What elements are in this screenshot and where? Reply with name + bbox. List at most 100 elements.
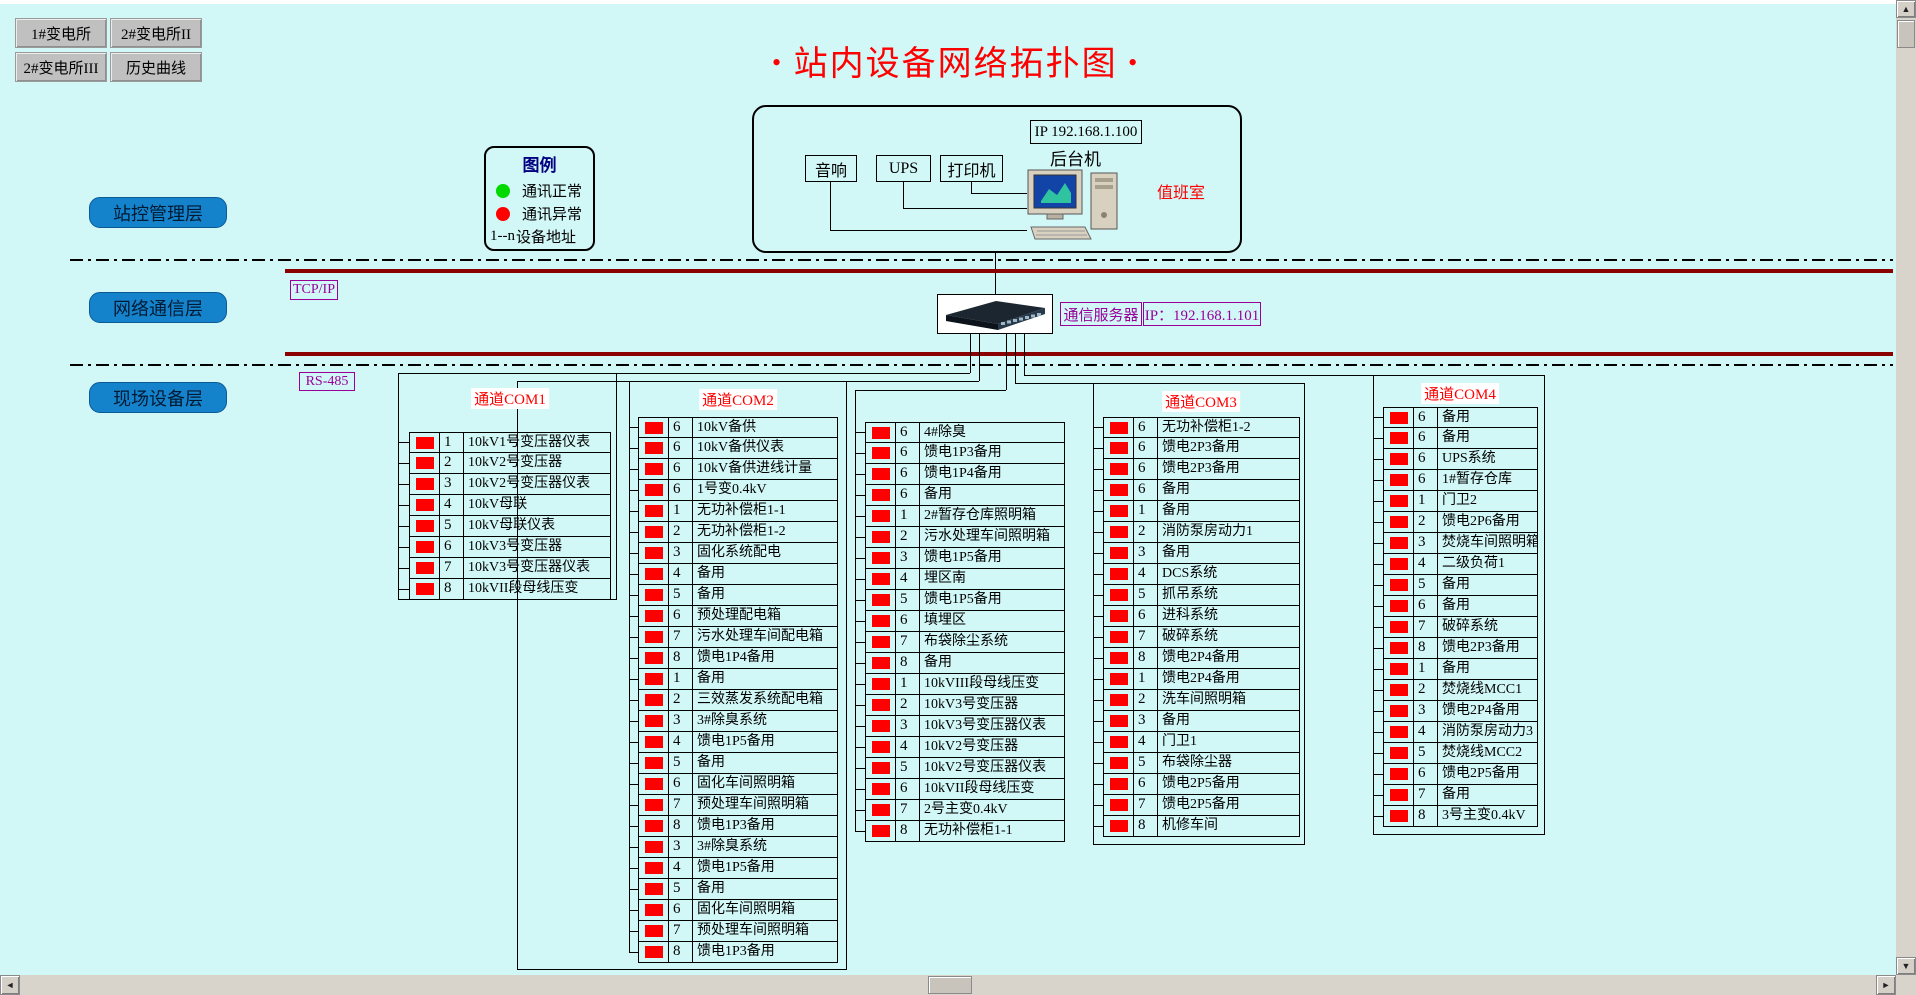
device-row: 6固化车间照明箱 [638,774,838,795]
comm-status-led [1390,579,1408,591]
horizontal-scrollbar[interactable]: ◄ ► [0,975,1896,995]
device-row: 2焚烧线MCC1 [1383,680,1538,701]
device-row: 5焚烧线MCC2 [1383,743,1538,764]
status-cell [866,821,896,841]
row-stub-line [629,826,638,827]
device-address: 7 [1414,617,1438,637]
layer-button-field-device[interactable]: 现场设备层 [89,382,227,413]
device-name: 无功补偿柜1-1 [693,501,837,521]
comm-status-led [645,841,663,853]
device-address: 2 [1414,680,1438,700]
comm-status-led [645,883,663,895]
row-stub-line [1373,753,1383,754]
row-stub-line [1093,826,1103,827]
vertical-scrollbar[interactable]: ▲ ▼ [1896,0,1916,975]
scroll-up-button[interactable]: ▲ [1896,0,1916,18]
status-cell [639,543,669,563]
comm-status-led [1390,474,1408,486]
layer-button-station-control[interactable]: 站控管理层 [89,197,227,228]
device-row: 6馈电2P5备用 [1103,774,1300,795]
status-cell [1384,596,1414,616]
device-name: 馈电2P4备用 [1158,669,1299,689]
legend-title: 图例 [486,151,593,176]
nav-button-substation2-2[interactable]: 2#变电所II [110,18,202,48]
device-name: 洗车间照明箱 [1158,690,1299,710]
status-cell [1104,564,1134,584]
device-row: 6备用 [865,485,1065,506]
comm-status-led [645,631,663,643]
device-address: 6 [896,423,920,442]
layer-separator-line [70,259,1893,261]
status-cell [639,732,669,752]
device-name: 馈电1P3备用 [693,942,837,962]
device-name: 3号主变0.4kV [1438,806,1537,826]
device-row: 4DCS系统 [1103,564,1300,585]
status-cell [410,558,440,578]
device-name: 馈电1P5备用 [693,858,837,878]
device-name: 馈电2P3备用 [1158,459,1299,479]
device-name: 布袋除尘器 [1158,753,1299,773]
status-cell [1104,501,1134,521]
row-stub-line [629,868,638,869]
comm-status-led [872,531,890,543]
row-stub-line [629,427,638,428]
status-cell [1104,606,1134,626]
device-address: 8 [440,579,464,599]
nav-button-history-curve[interactable]: 历史曲线 [110,52,202,82]
status-cell [639,564,669,584]
row-stub-line [1373,816,1383,817]
vertical-scroll-thumb[interactable] [1897,20,1915,48]
status-cell [866,443,896,463]
row-stub-line [855,453,865,454]
status-cell [410,495,440,515]
scroll-left-button[interactable]: ◄ [0,975,20,995]
row-stub-line [629,889,638,890]
device-address: 2 [1414,512,1438,532]
comm-status-led [645,652,663,664]
device-address: 6 [1134,480,1158,500]
scroll-down-button[interactable]: ▼ [1896,957,1916,975]
device-address: 6 [669,606,693,626]
status-cell [410,516,440,536]
device-address: 7 [440,558,464,578]
comm-status-led [1390,516,1408,528]
layer-button-network-comm[interactable]: 网络通信层 [89,292,227,323]
device-address: 3 [1134,711,1158,731]
comm-status-led [1110,694,1128,706]
nav-button-substation2-3[interactable]: 2#变电所III [15,52,107,82]
device-address: 4 [440,495,464,515]
device-address: 6 [1414,764,1438,784]
device-address: 6 [1134,606,1158,626]
comm-status-led [645,673,663,685]
nav-button-substation1[interactable]: 1#变电所 [15,18,107,48]
row-stub-line [855,684,865,685]
channel-trunk-line [398,373,399,589]
comm-status-led [1110,463,1128,475]
status-cell [1104,438,1134,458]
device-row: 5备用 [638,879,838,900]
device-row: 610kV备供进线计量 [638,459,838,480]
comm-status-led [645,610,663,622]
device-address: 8 [896,821,920,841]
device-address: 1 [1414,659,1438,679]
horizontal-scroll-thumb[interactable] [928,976,972,994]
row-stub-line [1093,532,1103,533]
device-name: 填埋区 [920,611,1064,631]
comm-status-led [872,510,890,522]
device-row: 3备用 [1103,711,1300,732]
device-name: 10kV3号变压器 [920,695,1064,715]
row-stub-line [855,663,865,664]
device-name: 馈电1P3备用 [693,816,837,836]
scroll-right-button[interactable]: ► [1876,975,1896,995]
tcpip-label: TCP/IP [290,280,338,300]
row-stub-line [855,705,865,706]
device-name: 备用 [1158,501,1299,521]
device-row: 64#除臭 [865,422,1065,443]
status-cell [1104,522,1134,542]
connector-line [1015,334,1016,383]
device-name: 焚烧线MCC2 [1438,743,1537,763]
device-row: 8馈电1P3备用 [638,942,838,963]
status-cell [866,611,896,631]
device-address: 1 [669,501,693,521]
device-address: 5 [896,758,920,778]
